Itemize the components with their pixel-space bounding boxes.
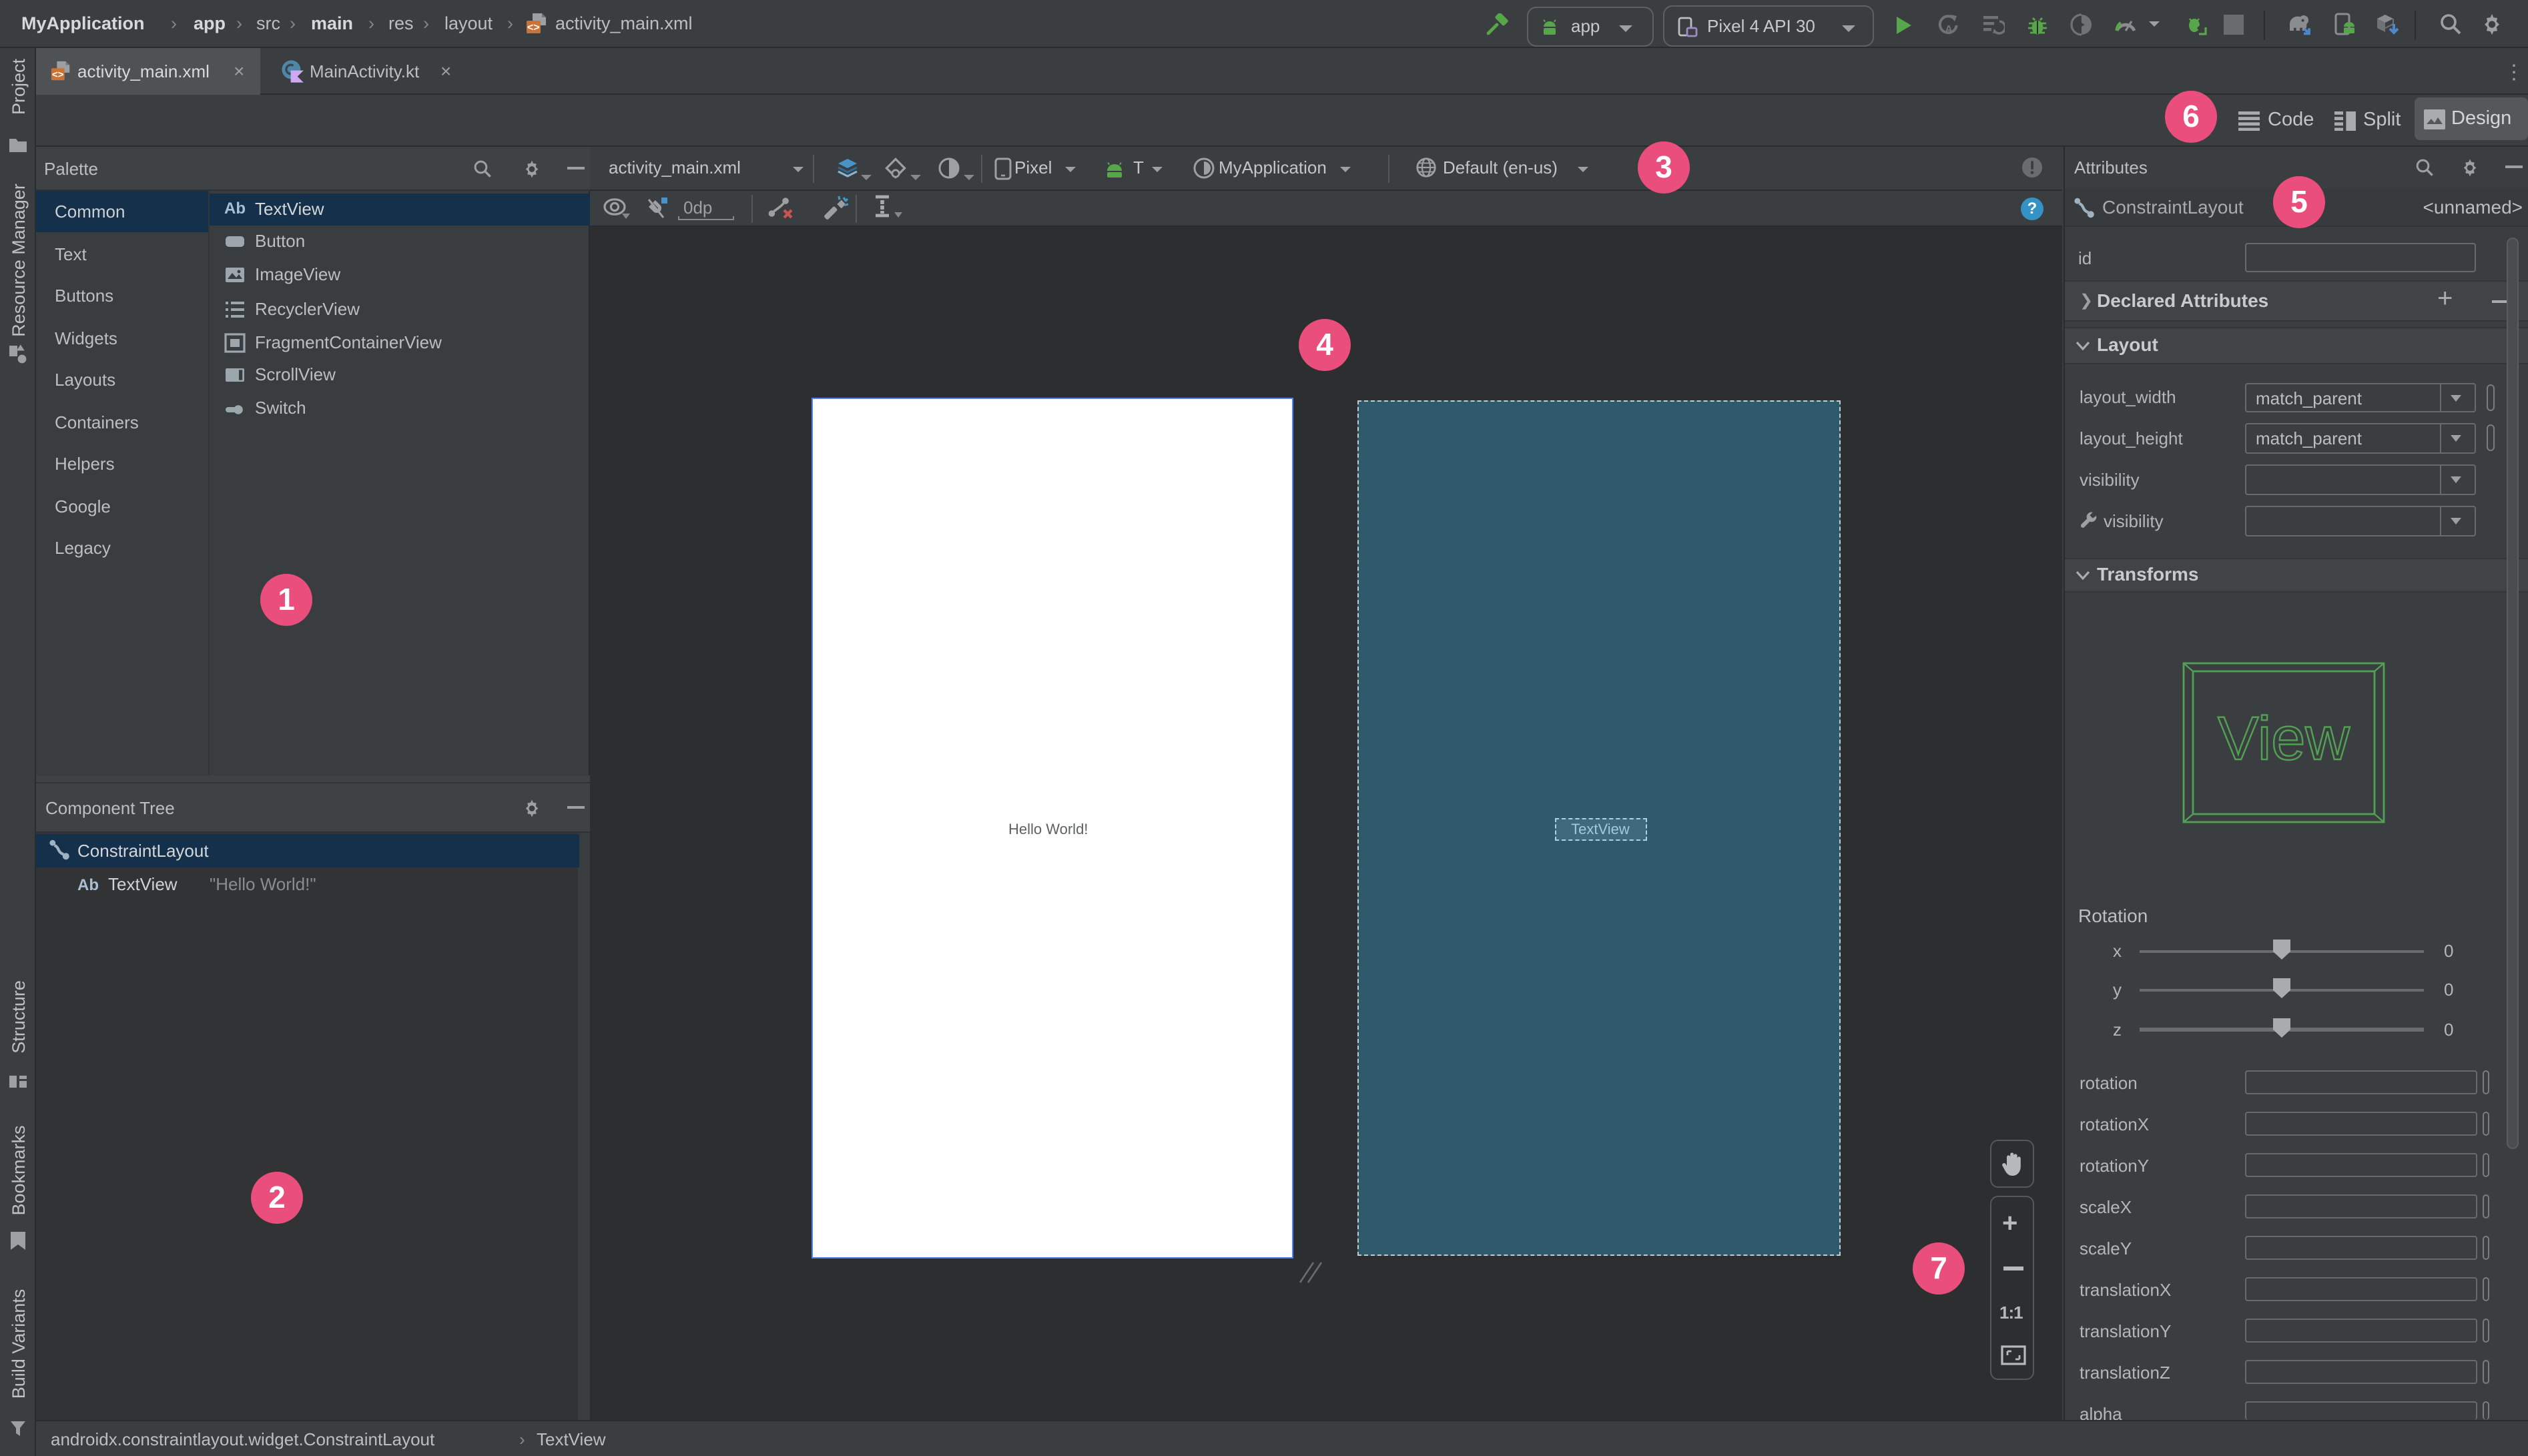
- svg-text:<>: <>: [527, 22, 540, 33]
- svg-text:<>: <>: [52, 69, 64, 80]
- svg-text:A: A: [1945, 24, 1953, 35]
- svg-text:View: View: [2218, 704, 2350, 772]
